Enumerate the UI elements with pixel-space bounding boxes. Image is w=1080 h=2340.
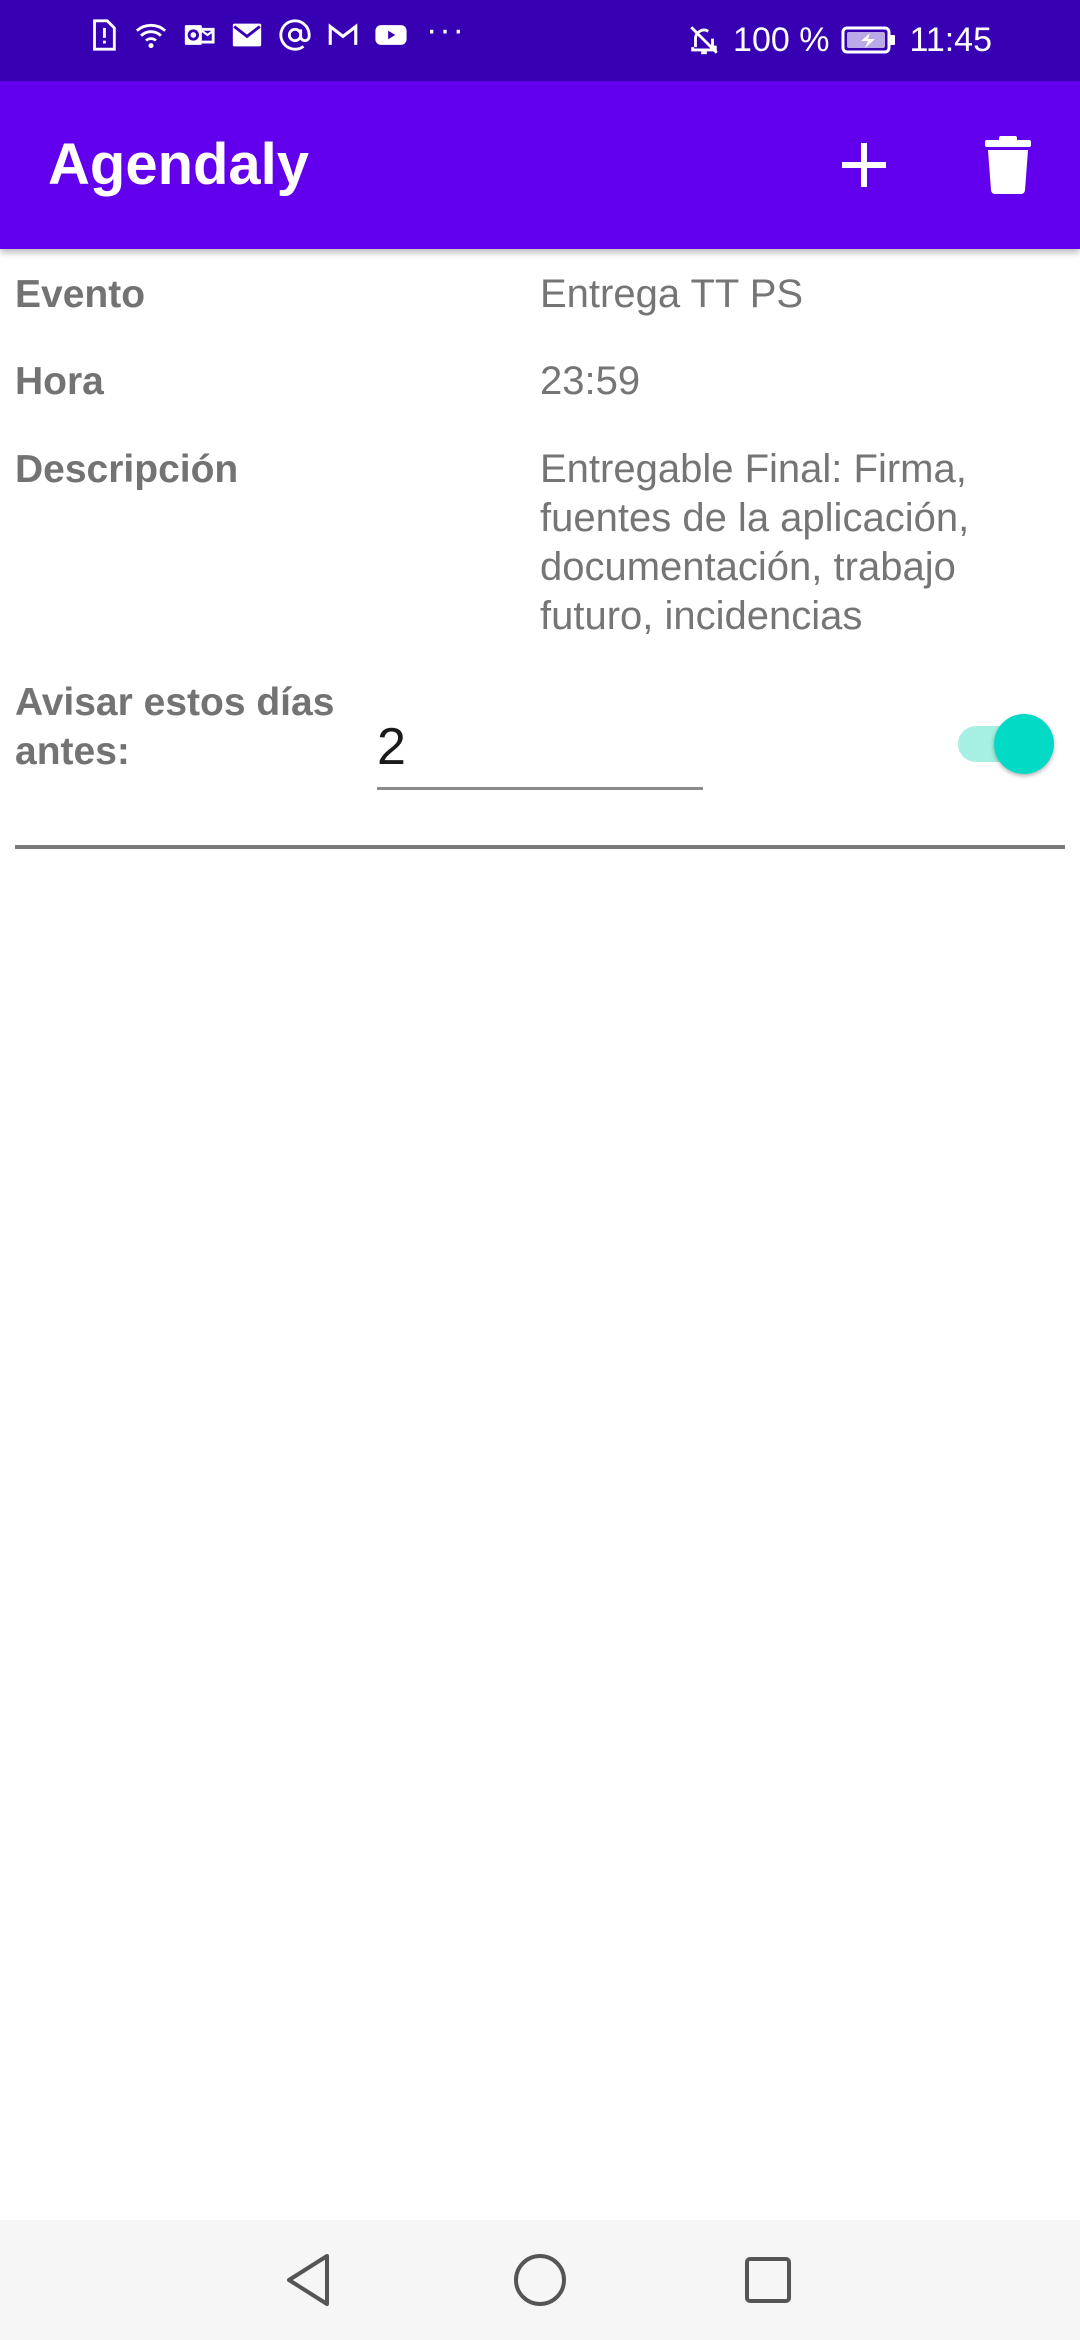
status-bar: ··· 100 % 11:45 bbox=[0, 0, 1080, 81]
delete-event-button[interactable] bbox=[964, 121, 1052, 209]
battery-percentage: 100 % bbox=[733, 21, 830, 59]
delete-icon bbox=[985, 136, 1031, 194]
back-icon bbox=[287, 2254, 329, 2306]
home-icon bbox=[514, 2254, 566, 2306]
evento-label: Evento bbox=[15, 273, 146, 316]
battery-charging-icon bbox=[841, 26, 896, 54]
app-title: Agendaly bbox=[48, 132, 310, 197]
reminder-toggle[interactable] bbox=[958, 714, 1058, 774]
avisar-label: Avisar estos días antes: bbox=[15, 681, 335, 773]
evento-value: Entrega TT PS bbox=[540, 272, 804, 316]
divider bbox=[15, 845, 1065, 849]
back-button[interactable] bbox=[268, 2240, 348, 2320]
recents-button[interactable] bbox=[728, 2240, 808, 2320]
recents-icon bbox=[745, 2257, 791, 2303]
descripcion-label: Descripción bbox=[15, 448, 239, 491]
system-status: 100 % 11:45 bbox=[687, 18, 992, 62]
wifi-icon bbox=[135, 23, 167, 49]
app-bar: Agendaly bbox=[0, 81, 1080, 249]
hora-value: 23:59 bbox=[540, 359, 641, 403]
mail-icon bbox=[232, 23, 262, 47]
hora-label: Hora bbox=[15, 360, 104, 403]
at-sign-icon bbox=[279, 19, 311, 51]
days-before-input[interactable] bbox=[377, 706, 703, 790]
more-notifications-icon: ··· bbox=[426, 11, 466, 49]
youtube-icon bbox=[375, 25, 407, 45]
bell-off-icon bbox=[690, 26, 718, 55]
navigation-bar bbox=[0, 2220, 1080, 2340]
notification-icons: ··· bbox=[86, 13, 466, 52]
add-icon bbox=[842, 143, 886, 187]
toggle-thumb bbox=[994, 714, 1054, 774]
add-event-button[interactable] bbox=[820, 121, 908, 209]
descripcion-value: Entregable Final: Firma, fuentes de la a… bbox=[540, 447, 970, 638]
home-button[interactable] bbox=[500, 2240, 580, 2320]
gmail-icon bbox=[328, 23, 358, 45]
outlook-icon bbox=[184, 25, 215, 45]
sim-alert-icon bbox=[93, 19, 116, 51]
clock: 11:45 bbox=[909, 21, 992, 59]
